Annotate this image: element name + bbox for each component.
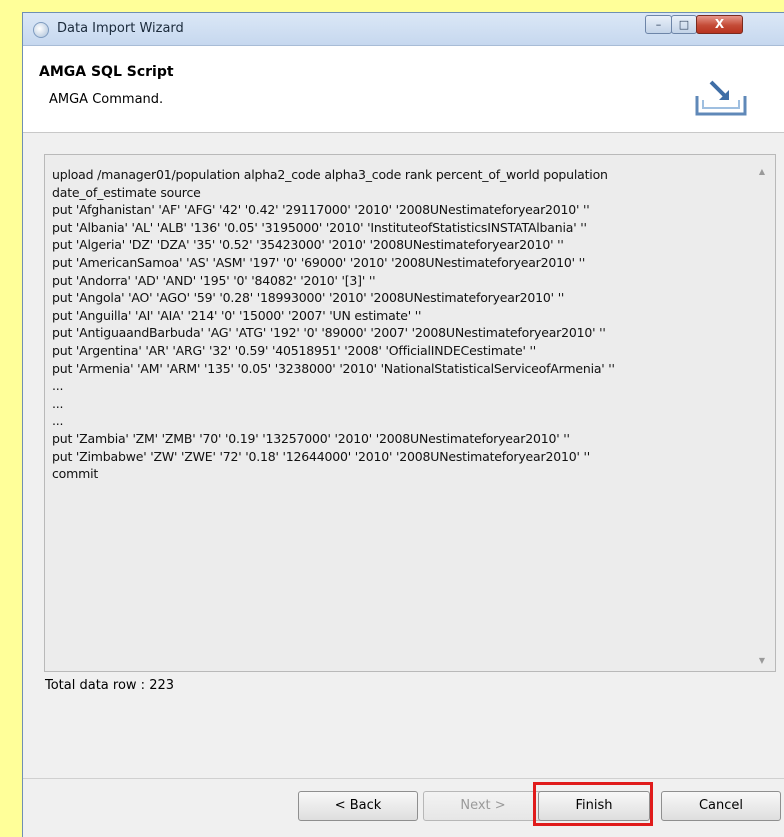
script-line: put 'Andorra' 'AD' 'AND' '195' '0' '8408… <box>52 272 376 288</box>
import-arrow-icon <box>695 80 747 116</box>
page-subtitle: AMGA Command. <box>49 92 164 107</box>
total-data-row-label: Total data row : 223 <box>45 678 175 693</box>
page-title: AMGA SQL Script <box>39 64 174 80</box>
script-line: ... <box>52 378 64 394</box>
wizard-header: AMGA SQL Script AMGA Command. <box>23 46 784 133</box>
next-button[interactable]: Next > <box>423 791 543 821</box>
script-line: date_of_estimate source <box>52 184 201 200</box>
script-line: put 'Algeria' 'DZ' 'DZA' '35' '0.52' '35… <box>52 237 564 253</box>
script-line: put 'Anguilla' 'AI' 'AIA' '214' '0' '150… <box>52 307 422 323</box>
script-line: put 'AntiguaandBarbuda' 'AG' 'ATG' '192'… <box>52 325 606 341</box>
script-line: ... <box>52 413 64 429</box>
script-line: ... <box>52 395 64 411</box>
cancel-button[interactable]: Cancel <box>661 791 781 821</box>
wizard-window: Data Import Wizard – □ X AMGA SQL Script… <box>22 12 784 837</box>
script-line: put 'Angola' 'AO' 'AGO' '59' '0.28' '189… <box>52 290 565 306</box>
scroll-down-arrow-icon[interactable]: ▼ <box>759 656 765 665</box>
script-line: commit <box>52 466 99 482</box>
script-line: put 'Armenia' 'AM' 'ARM' '135' '0.05' '3… <box>52 360 615 376</box>
finish-highlight-box <box>533 782 653 826</box>
script-line: put 'Argentina' 'AR' 'ARG' '32' '0.59' '… <box>52 343 536 358</box>
script-line: put 'Albania' 'AL' 'ALB' '136' '0.05' '3… <box>52 219 587 235</box>
maximize-button[interactable]: □ <box>671 15 697 34</box>
footer-divider <box>23 778 784 779</box>
script-line: put 'Zambia' 'ZM' 'ZMB' '70' '0.19' '132… <box>52 431 570 446</box>
app-icon <box>33 22 49 38</box>
script-line: put 'AmericanSamoa' 'AS' 'ASM' '197' '0'… <box>52 255 586 270</box>
back-button[interactable]: < Back <box>298 791 418 821</box>
script-line: put 'Zimbabwe' 'ZW' 'ZWE' '72' '0.18' '1… <box>52 448 590 464</box>
window-title: Data Import Wizard <box>57 21 184 36</box>
script-line: upload /manager01/population alpha2_code… <box>52 167 608 182</box>
minimize-button[interactable]: – <box>645 15 672 34</box>
close-button[interactable]: X <box>696 15 743 34</box>
title-bar[interactable]: Data Import Wizard – □ X <box>23 13 784 46</box>
script-text-area[interactable]: upload /manager01/population alpha2_code… <box>44 154 776 672</box>
script-line: put 'Afghanistan' 'AF' 'AFG' '42' '0.42'… <box>52 202 590 218</box>
scroll-up-arrow-icon[interactable]: ▲ <box>759 167 765 176</box>
